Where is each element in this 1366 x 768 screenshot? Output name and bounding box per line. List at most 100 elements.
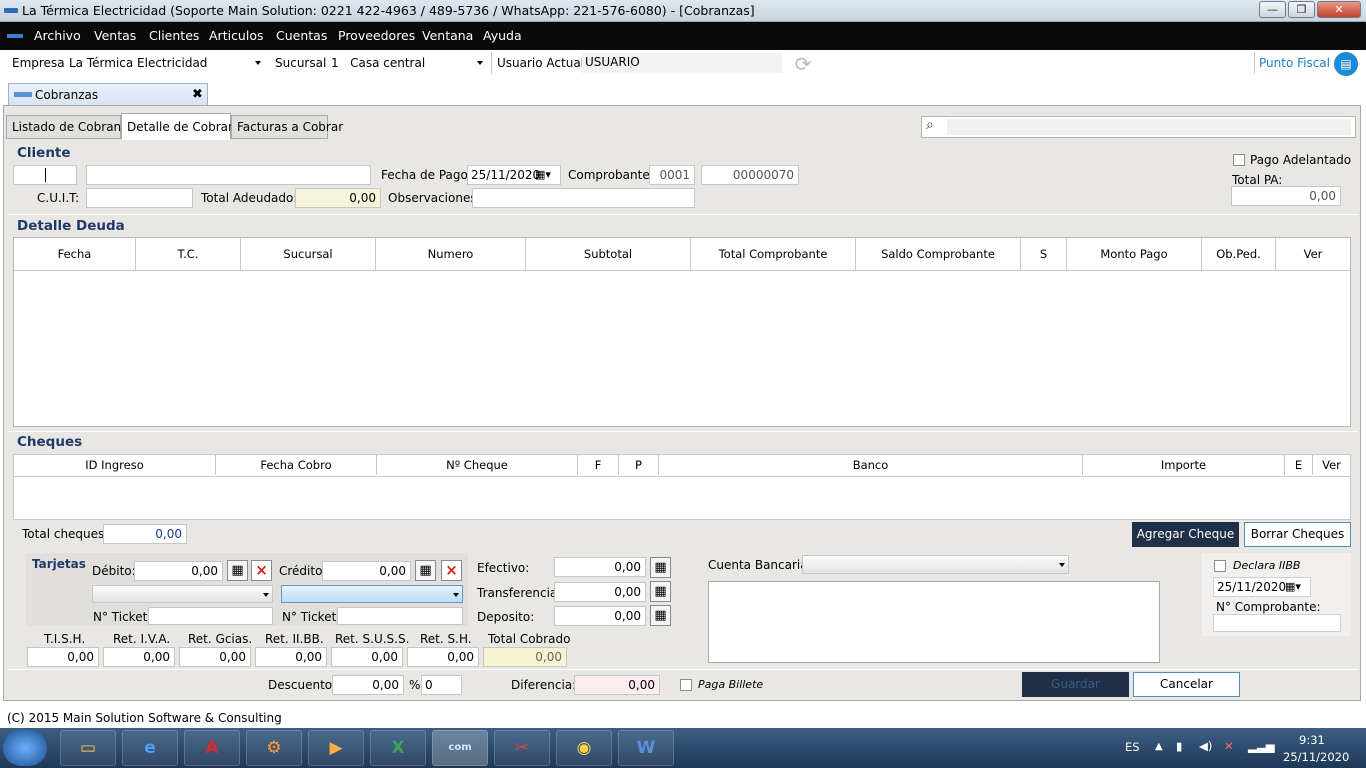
col-sucursal[interactable]: Sucursal (241, 238, 376, 270)
clock-date[interactable]: 25/11/2020 (1283, 750, 1349, 764)
cancelar-button[interactable]: Cancelar (1133, 672, 1240, 697)
ret-suss-input[interactable]: 0,00 (331, 647, 403, 667)
col-banco[interactable]: Banco (659, 455, 1083, 475)
calculator-icon[interactable]: ▦ (650, 605, 671, 626)
tab-listado-cobranzas[interactable]: Listado de Cobranzas (6, 115, 141, 139)
menu-archivo[interactable]: Archivo (34, 28, 81, 43)
paga-billete-checkbox[interactable] (680, 679, 692, 691)
col-fecha[interactable]: Fecha (14, 238, 136, 270)
descuento-input[interactable]: 0,00 (332, 675, 404, 695)
menu-ayuda[interactable]: Ayuda (483, 28, 522, 43)
debito-card-select[interactable] (92, 585, 273, 603)
menu-cuentas[interactable]: Cuentas (276, 28, 327, 43)
comprobante-pv-input[interactable]: 0001 (649, 165, 695, 185)
chrome-icon[interactable]: ◉ (556, 730, 612, 766)
deposito-input[interactable]: 0,00 (554, 606, 646, 626)
calculator-icon[interactable]: ▦ (227, 560, 248, 581)
autocad-icon[interactable]: A (184, 730, 240, 766)
tab-facturas-cobrar[interactable]: Facturas a Cobrar (231, 115, 343, 139)
debito-input[interactable]: 0,00 (134, 561, 223, 581)
ret-gcias-input[interactable]: 0,00 (179, 647, 251, 667)
mainsolution-icon[interactable]: com (432, 730, 488, 766)
menu-articulos[interactable]: Articulos (209, 28, 264, 43)
media-icon[interactable]: ▶ (308, 730, 364, 766)
col-saldo-comprobante[interactable]: Saldo Comprobante (856, 238, 1021, 270)
cheques-grid[interactable]: ID Ingreso Fecha Cobro Nº Cheque F P Ban… (13, 454, 1351, 520)
col-p[interactable]: P (619, 455, 659, 475)
signal-icon[interactable]: ▂▃▅ (1248, 739, 1275, 753)
explorer-icon[interactable]: ▭ (60, 730, 116, 766)
sucursal-select[interactable]: 1 Casa central (327, 53, 487, 73)
menu-ventas[interactable]: Ventas (94, 28, 136, 43)
calculator-icon[interactable]: ▦ (415, 560, 436, 581)
close-button[interactable]: ✕ (1317, 1, 1361, 18)
col-total-comprobante[interactable]: Total Comprobante (691, 238, 856, 270)
observaciones-input[interactable] (472, 188, 695, 208)
printer-icon[interactable]: ▤ (1334, 52, 1358, 76)
cliente-name-input[interactable] (86, 165, 371, 185)
col-ob-ped[interactable]: Ob.Ped. (1202, 238, 1276, 270)
battery-icon[interactable]: ▮ (1176, 739, 1182, 753)
col-importe[interactable]: Importe (1083, 455, 1285, 475)
ie-icon[interactable]: e (122, 730, 178, 766)
minimize-button[interactable]: — (1259, 1, 1286, 18)
cuenta-bancaria-detail[interactable] (708, 581, 1160, 663)
col-fecha-cobro[interactable]: Fecha Cobro (216, 455, 377, 475)
document-tab-cobranzas[interactable]: Cobranzas ✖ (8, 83, 208, 106)
borrar-cheques-button[interactable]: Borrar Cheques (1244, 522, 1351, 547)
col-subtotal[interactable]: Subtotal (526, 238, 691, 270)
credito-input[interactable]: 0,00 (322, 561, 411, 581)
credito-card-select[interactable] (281, 585, 463, 603)
maximize-button[interactable]: ❐ (1288, 1, 1315, 18)
iibb-date-picker[interactable]: 25/11/2020 ▦▾ (1213, 577, 1311, 597)
tab-detalle-cobranza[interactable]: Detalle de Cobranza (121, 113, 249, 140)
excel-icon[interactable]: X (370, 730, 426, 766)
declara-iibb-checkbox[interactable] (1214, 560, 1226, 572)
search-box[interactable]: ⌕ (921, 116, 1356, 138)
col-id-ingreso[interactable]: ID Ingreso (14, 455, 216, 475)
app-orange-icon[interactable]: ⚙ (246, 730, 302, 766)
col-ver[interactable]: Ver (1276, 238, 1350, 270)
ret-iva-input[interactable]: 0,00 (103, 647, 175, 667)
fecha-pago-picker[interactable]: 25/11/2020 ▦▾ (467, 165, 561, 185)
col-nro-cheque[interactable]: Nº Cheque (377, 455, 578, 475)
cuenta-bancaria-select[interactable] (802, 555, 1069, 574)
credito-ticket-input[interactable] (337, 607, 463, 625)
network-error-icon[interactable]: ✕ (1224, 739, 1234, 753)
close-icon[interactable]: ✖ (192, 87, 203, 102)
ret-sh-input[interactable]: 0,00 (407, 647, 479, 667)
punto-fiscal-link[interactable]: Punto Fiscal (1259, 56, 1330, 70)
cliente-code-input[interactable] (13, 165, 77, 185)
col-numero[interactable]: Numero (376, 238, 526, 270)
col-s[interactable]: S (1021, 238, 1067, 270)
clear-credito-icon[interactable]: × (441, 560, 462, 581)
menu-clientes[interactable]: Clientes (149, 28, 199, 43)
col-ver[interactable]: Ver (1313, 455, 1350, 475)
snip-icon[interactable]: ✂ (494, 730, 550, 766)
start-button[interactable] (3, 730, 47, 766)
clear-debito-icon[interactable]: × (251, 560, 272, 581)
transferencia-input[interactable]: 0,00 (554, 582, 646, 602)
cuit-input[interactable] (86, 188, 193, 208)
col-tc[interactable]: T.C. (136, 238, 241, 270)
clock-time[interactable]: 9:31 (1299, 733, 1325, 747)
empresa-select[interactable]: La Térmica Electricidad (65, 53, 265, 73)
search-input[interactable] (947, 119, 1351, 135)
menu-proveedores[interactable]: Proveedores (338, 28, 415, 43)
volume-icon[interactable]: ◀) (1199, 739, 1212, 753)
col-monto-pago[interactable]: Monto Pago (1067, 238, 1202, 270)
calculator-icon[interactable]: ▦ (650, 557, 671, 578)
pago-adelantado-checkbox[interactable] (1233, 154, 1245, 166)
efectivo-input[interactable]: 0,00 (554, 557, 646, 577)
percent-input[interactable]: 0 (421, 675, 462, 695)
refresh-icon[interactable]: ⟳ (791, 53, 815, 75)
menu-ventana[interactable]: Ventana (422, 28, 473, 43)
col-f[interactable]: F (578, 455, 619, 475)
col-e[interactable]: E (1285, 455, 1313, 475)
agregar-cheque-button[interactable]: Agregar Cheque (1132, 522, 1239, 547)
word-icon[interactable]: W (618, 730, 674, 766)
detalle-deuda-grid[interactable]: Fecha T.C. Sucursal Numero Subtotal Tota… (13, 237, 1351, 427)
calculator-icon[interactable]: ▦ (650, 581, 671, 602)
tray-arrow-icon[interactable]: ▲ (1155, 741, 1163, 752)
language-indicator[interactable]: ES (1125, 740, 1140, 754)
